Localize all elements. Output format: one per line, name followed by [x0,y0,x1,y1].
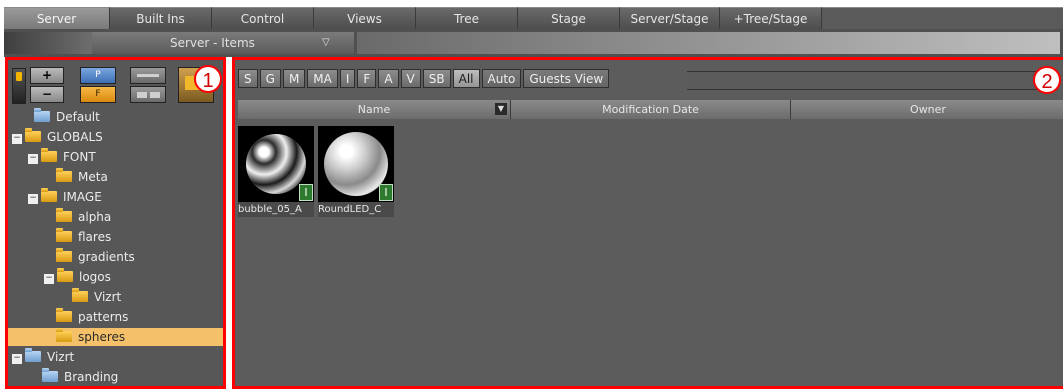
collapse-icon[interactable]: − [44,274,54,284]
tab-views[interactable]: Views [314,7,416,29]
folder-icon [56,308,72,322]
folder-icon [56,228,72,242]
guests-view-button[interactable]: Guests View [523,69,610,88]
list-view-button[interactable] [130,67,166,84]
column-header-owner[interactable]: Owner [791,100,1063,119]
folder-icon [56,328,72,342]
server-items-selector[interactable]: Server - Items ▽ [92,32,354,54]
filter-field[interactable] [687,71,1038,90]
column-header-modification-date[interactable]: Modification Date [511,100,791,119]
main-tab-bar: Server Built Ins Control Views Tree Stag… [4,7,1063,29]
filter-g-button[interactable]: G [259,69,281,88]
folder-icon [56,248,72,262]
collapse-icon[interactable]: − [28,194,38,204]
tab-server-stage[interactable]: Server/Stage [620,7,720,29]
tree-item-default[interactable]: Default [34,108,100,126]
tab-control[interactable]: Control [212,7,314,29]
filter-auto-button[interactable]: Auto [481,69,522,88]
items-panel: S G M MA I F A V SB All Auto Guests View… [232,57,1063,389]
filter-v-button[interactable]: V [400,69,421,88]
image-type-badge: I [379,184,393,201]
tab-tree-stage[interactable]: +Tree/Stage [720,7,822,29]
filter-i-button[interactable]: I [339,69,356,88]
asset-thumbnail[interactable]: I bubble_05_A [238,126,314,217]
column-header-name[interactable]: Name ▼ [238,100,511,119]
asset-thumbnail[interactable]: I RoundLED_C [318,126,394,217]
sort-arrow-icon[interactable]: ▼ [495,103,507,115]
folder-icon [72,288,88,302]
folder-icon [56,168,72,182]
folder-filter-button[interactable]: F [80,86,116,103]
folder-icon [41,148,57,162]
list-icon [137,74,159,77]
tab-built-ins[interactable]: Built Ins [110,7,212,29]
tree-item-patterns[interactable]: patterns [56,308,128,326]
sphere-image: I [318,126,394,202]
tree-item-image[interactable]: − IMAGE [28,188,102,206]
type-filter-bar: S G M MA I F A V SB All Auto Guests View [238,69,611,88]
chevron-down-icon: ▽ [322,37,330,48]
tree-item-globals[interactable]: − GLOBALS [12,128,103,146]
image-type-badge: I [299,184,313,201]
tab-server[interactable]: Server [4,7,110,29]
asset-label: bubble_05_A [238,202,314,217]
asset-label: RoundLED_C [318,202,394,217]
tree-item-gradients[interactable]: gradients [56,248,135,266]
tab-stage[interactable]: Stage [518,7,620,29]
collapse-icon[interactable]: − [28,154,38,164]
tab-bar-filler [822,7,1063,29]
grid-view-button[interactable] [130,86,166,103]
sub-toolbar-right [357,32,1060,54]
remove-folder-button[interactable]: − [30,86,64,103]
folder-icon [56,208,72,222]
filter-s-button[interactable]: S [238,69,258,88]
filter-a-button[interactable]: A [378,69,399,88]
folder-icon [34,108,50,122]
tree-item-font[interactable]: − FONT [28,148,96,166]
tree-item-vizrt[interactable]: − Vizrt [12,348,74,366]
tree-item-logos[interactable]: − logos [44,268,111,286]
tree-item-alpha[interactable]: alpha [56,208,111,226]
sub-toolbar: Server - Items ▽ [4,29,1063,57]
tree-item-spheres[interactable]: spheres [8,328,223,346]
collapse-icon[interactable]: − [12,354,22,364]
add-folder-button[interactable]: + [30,67,64,84]
folder-icon [41,188,57,202]
filter-f-button[interactable]: F [357,69,377,88]
folder-icon [25,348,41,362]
folder-icon [42,368,58,382]
filter-sb-button[interactable]: SB [422,69,451,88]
filter-m-button[interactable]: M [282,69,306,88]
folder-icon [57,268,73,282]
grid-icon [137,92,147,98]
folder-tree-panel: + − P F 1 Default − GLOBALS − FONT Meta − I… [5,57,226,389]
callout-marker-2: 2 [1033,66,1061,94]
sphere-image: I [238,126,314,202]
pin-toggle-button[interactable] [12,68,26,104]
project-filter-button[interactable]: P [80,67,116,84]
sub-toolbar-left [4,32,92,54]
filter-all-button[interactable]: All [452,69,480,88]
collapse-icon[interactable]: − [12,134,22,144]
folder-icon [25,128,41,142]
filter-ma-button[interactable]: MA [307,69,338,88]
tab-tree[interactable]: Tree [416,7,518,29]
tree-item-meta[interactable]: Meta [56,168,108,186]
selector-label: Server - Items [170,36,255,50]
tree-item-branding[interactable]: Branding [42,368,118,386]
callout-marker-1: 1 [194,65,222,93]
tree-item-flares[interactable]: flares [56,228,111,246]
tree-item-vizrt-logo[interactable]: Vizrt [72,288,121,306]
pin-icon [16,72,22,81]
